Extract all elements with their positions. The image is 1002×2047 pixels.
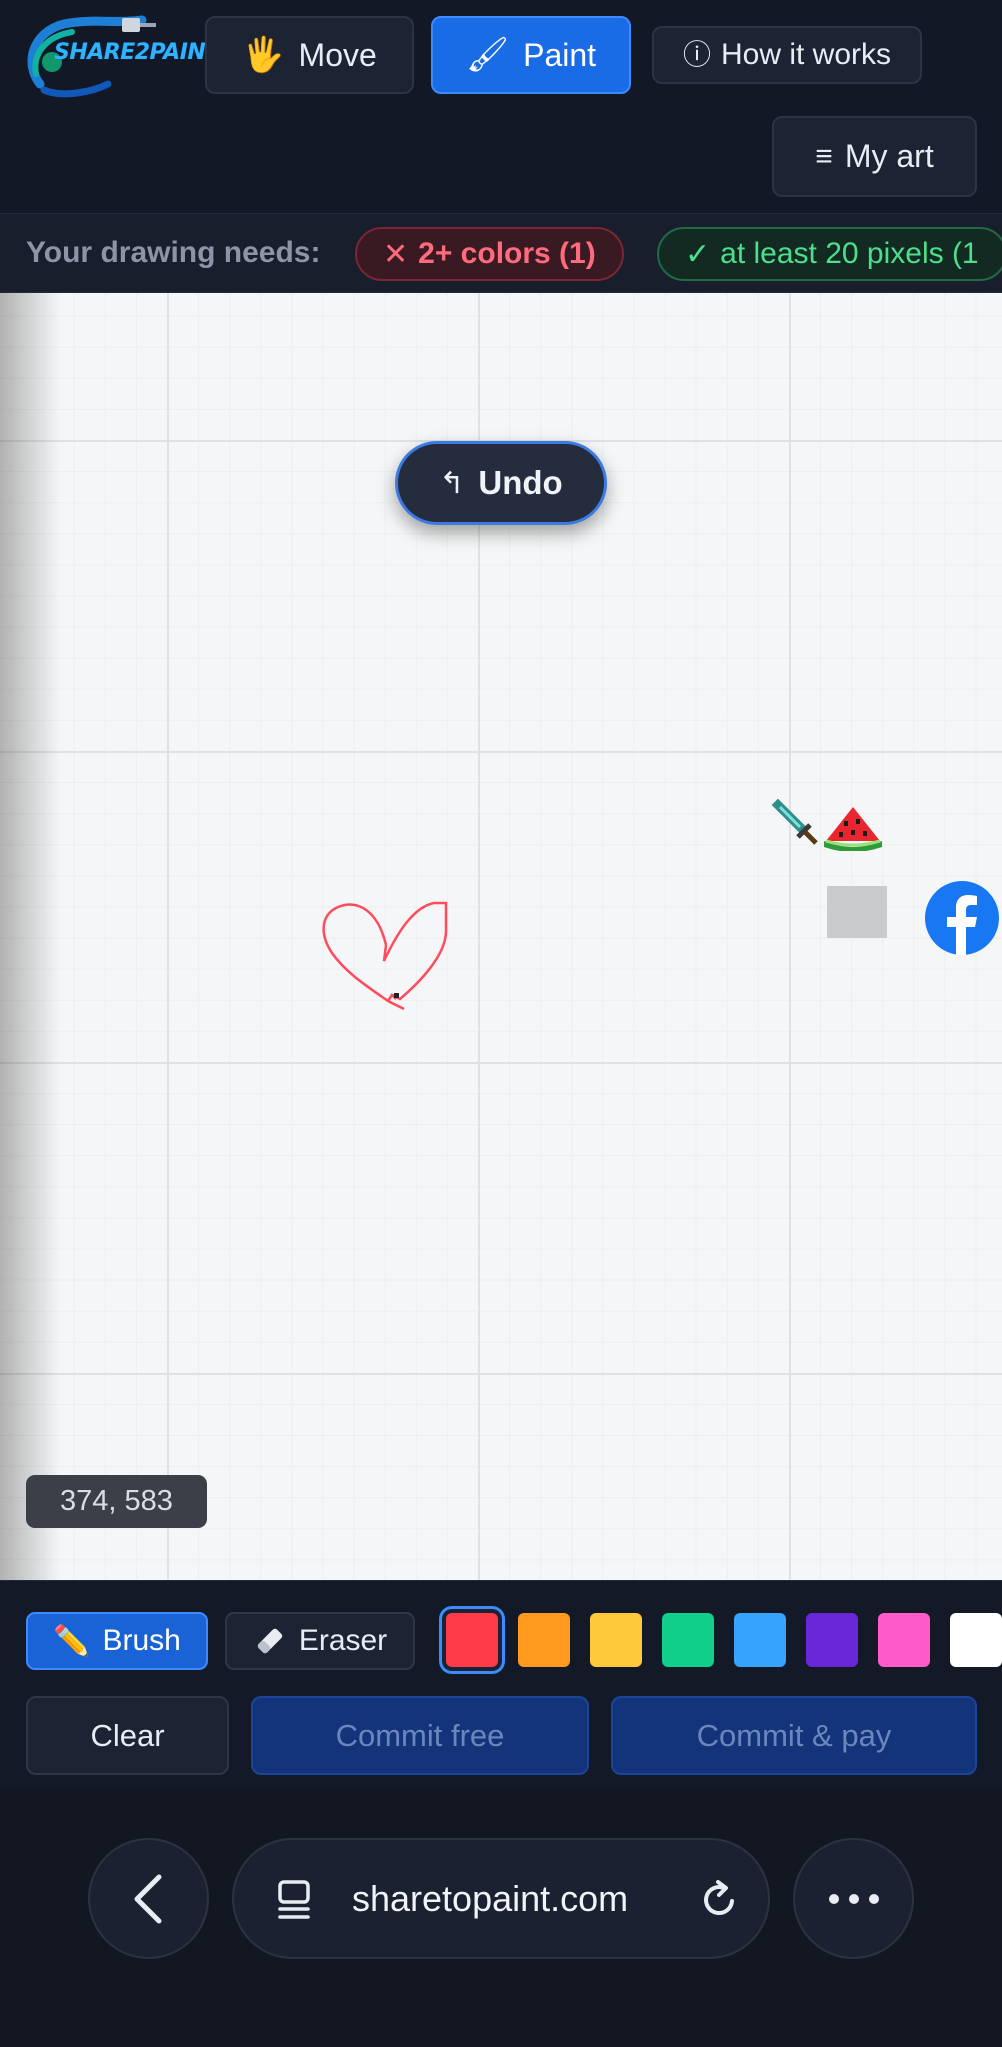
- color-swatch-yellow[interactable]: [590, 1613, 642, 1667]
- pencil-icon: ✏️: [53, 1624, 91, 1658]
- paint-button[interactable]: 🖌 Paint: [431, 16, 631, 94]
- clear-button[interactable]: Clear: [26, 1696, 229, 1775]
- watermelon-icon: [824, 807, 882, 851]
- menu-icon: ≡: [815, 139, 833, 173]
- undo-arrow-icon: ↰: [439, 466, 465, 500]
- ellipsis-icon: [828, 1893, 879, 1904]
- color-swatch-orange[interactable]: [518, 1613, 570, 1667]
- undo-label: Undo: [478, 464, 563, 501]
- move-button[interactable]: 🖐 Move: [205, 16, 414, 94]
- requirement-pixels-text: at least 20 pixels (1: [720, 237, 979, 270]
- brush-label: Brush: [102, 1624, 181, 1657]
- eraser-icon: [257, 1628, 283, 1654]
- chevron-left-icon: [134, 1874, 161, 1923]
- browser-toolbar: sharetopaint.com: [0, 1790, 1002, 2047]
- red-heart-drawing: [322, 901, 448, 1011]
- eraser-label: Eraser: [298, 1624, 388, 1657]
- color-swatch-green[interactable]: [662, 1613, 714, 1667]
- requirement-pixels-pill: ✓ at least 20 pixels (1: [657, 227, 1002, 281]
- paintbrush-icon: 🖌: [465, 36, 510, 74]
- tool-tray: ✏️ Brush Eraser Clear Commit free Commit…: [0, 1580, 1002, 1790]
- canvas-edge-shadow: [0, 293, 60, 1580]
- requirements-label: Your drawing needs:: [26, 236, 321, 269]
- how-it-works-label: How it works: [720, 38, 892, 71]
- brush-tool-button[interactable]: ✏️ Brush: [26, 1612, 208, 1670]
- tabs-icon: [278, 1880, 310, 1919]
- color-swatch-pink[interactable]: [878, 1613, 930, 1667]
- sword-icon: [772, 799, 818, 845]
- cross-icon: ✕: [383, 237, 409, 271]
- color-swatch-red[interactable]: [446, 1613, 498, 1667]
- paint-canvas[interactable]: ↰ Undo 374, 583: [0, 293, 1002, 1580]
- requirements-bar: Your drawing needs: ✕ 2+ colors (1) ✓ at…: [0, 213, 1002, 293]
- commit-and-pay-button[interactable]: Commit & pay: [611, 1696, 977, 1775]
- move-label: Move: [298, 36, 377, 73]
- hand-icon: 🖐: [242, 36, 285, 74]
- check-icon: ✓: [685, 237, 711, 271]
- share2paint-logo[interactable]: SHARE2PAINT: [22, 14, 220, 98]
- requirement-colors-text: 2+ colors (1): [418, 237, 596, 270]
- how-it-works-button[interactable]: ⓘ How it works: [652, 26, 922, 84]
- my-art-button[interactable]: ≡ My art: [772, 116, 977, 197]
- info-icon: ⓘ: [682, 39, 711, 70]
- color-swatch-blue[interactable]: [734, 1613, 786, 1667]
- top-bar: SHARE2PAINT 🖐 Move 🖌 Paint ⓘ How it work…: [0, 0, 1002, 213]
- undo-button[interactable]: ↰ Undo: [395, 441, 607, 525]
- commit-free-button[interactable]: Commit free: [251, 1696, 589, 1775]
- paint-label: Paint: [523, 36, 597, 73]
- url-text: sharetopaint.com: [352, 1878, 629, 1919]
- color-swatch-purple[interactable]: [806, 1613, 858, 1667]
- reload-icon[interactable]: [696, 1877, 742, 1923]
- requirement-colors-pill: ✕ 2+ colors (1): [355, 227, 624, 281]
- cursor-coordinates: 374, 583: [26, 1475, 207, 1528]
- more-options-button[interactable]: [793, 1838, 914, 1959]
- facebook-icon: [925, 881, 999, 955]
- color-swatch-white[interactable]: [950, 1613, 1002, 1667]
- eraser-tool-button[interactable]: Eraser: [225, 1612, 415, 1670]
- my-art-label: My art: [844, 138, 934, 174]
- address-bar[interactable]: sharetopaint.com: [232, 1838, 770, 1959]
- logo-text: SHARE2PAINT: [54, 40, 220, 65]
- gray-square-drawing: [827, 886, 887, 938]
- back-button[interactable]: [88, 1838, 209, 1959]
